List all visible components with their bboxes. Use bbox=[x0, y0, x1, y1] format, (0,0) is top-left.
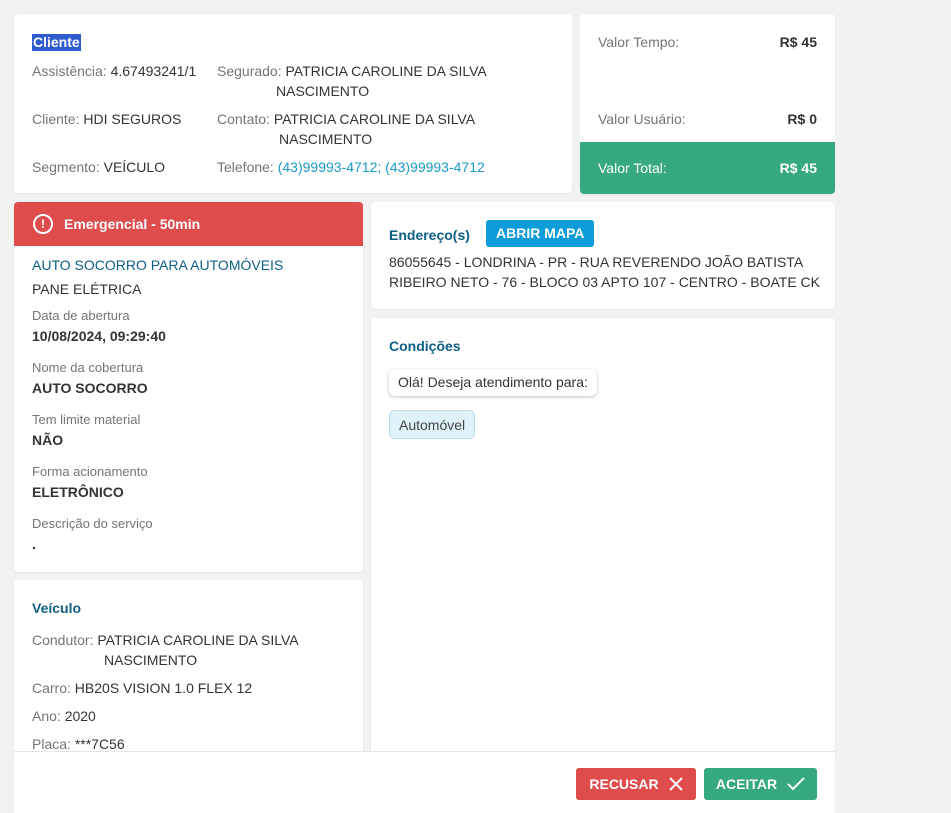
address-card: Endereço(s) ABRIR MAPA 86055645 - LONDRI… bbox=[371, 202, 835, 309]
cliente-value: HDI SEGUROS bbox=[83, 111, 182, 127]
ano-value: 2020 bbox=[64, 708, 96, 724]
segmento-label: Segmento: bbox=[32, 159, 100, 175]
cobertura-label: Nome da cobertura bbox=[32, 360, 144, 375]
segurado-label: Segurado: bbox=[217, 63, 282, 79]
limite-label: Tem limite material bbox=[32, 412, 141, 427]
condutor-value-cont: NASCIMENTO bbox=[104, 652, 198, 668]
address-title: Endereço(s) bbox=[389, 227, 470, 243]
vehicle-title: Veículo bbox=[32, 600, 82, 616]
telefone-link[interactable]: (43)99993-4712; (43)99993-4712 bbox=[278, 159, 485, 175]
carro-value: HB20S VISION 1.0 FLEX 12 bbox=[74, 680, 253, 696]
condutor-row: Condutor: PATRICIA CAROLINE DA SILVA bbox=[32, 630, 299, 650]
values-card: Valor Tempo: R$ 45 Valor Usuário: R$ 0 V… bbox=[580, 14, 835, 194]
emergency-text: Emergencial - 50min bbox=[64, 216, 201, 232]
abertura-value: 10/08/2024, 09:29:40 bbox=[32, 328, 166, 344]
descricao-value: . bbox=[32, 536, 36, 552]
ano-label: Ano: bbox=[32, 708, 61, 724]
abertura-label: Data de abertura bbox=[32, 308, 130, 323]
conditions-title: Condições bbox=[389, 338, 461, 354]
emergency-banner: ! Emergencial - 50min bbox=[14, 202, 363, 246]
contato-row: Contato: PATRICIA CAROLINE DA SILVA bbox=[217, 109, 475, 129]
open-map-button[interactable]: ABRIR MAPA bbox=[486, 220, 595, 247]
accept-button[interactable]: ACEITAR bbox=[704, 768, 817, 800]
refuse-button[interactable]: RECUSAR bbox=[576, 768, 696, 800]
cliente-label: Cliente: bbox=[32, 111, 80, 127]
client-card: Cliente Assistência: 4.67493241/1 Segura… bbox=[14, 14, 572, 193]
address-line-1: 86055645 - LONDRINA - PR - RUA REVERENDO… bbox=[389, 254, 804, 270]
cobertura-value: AUTO SOCORRO bbox=[32, 380, 148, 396]
assistencia-value: 4.67493241/1 bbox=[110, 63, 197, 79]
check-icon bbox=[787, 777, 805, 791]
segurado-value-cont: NASCIMENTO bbox=[276, 83, 370, 99]
ano-row: Ano: 2020 bbox=[32, 706, 96, 726]
close-icon bbox=[668, 777, 683, 791]
condutor-label: Condutor: bbox=[32, 632, 94, 648]
refuse-label: RECUSAR bbox=[589, 776, 659, 792]
condutor-value: PATRICIA CAROLINE DA SILVA bbox=[97, 632, 299, 648]
answer-option[interactable]: Automóvel bbox=[389, 410, 476, 439]
accept-label: ACEITAR bbox=[715, 776, 778, 792]
descricao-label: Descrição do serviço bbox=[32, 516, 153, 531]
vehicle-card: Veículo Condutor: PATRICIA CAROLINE DA S… bbox=[14, 580, 363, 760]
assistencia-label: Assistência: bbox=[32, 63, 107, 79]
acionamento-value: ELETRÔNICO bbox=[32, 484, 124, 500]
placa-label: Placa: bbox=[32, 736, 71, 752]
contato-label: Contato: bbox=[217, 111, 270, 127]
valor-tempo-label: Valor Tempo: bbox=[598, 34, 680, 50]
service-type: AUTO SOCORRO PARA AUTOMÓVEIS bbox=[32, 257, 284, 273]
valor-usuario-value: R$ 0 bbox=[787, 111, 817, 127]
valor-total-label: Valor Total: bbox=[598, 160, 667, 176]
valor-total-bar: Valor Total: R$ 45 bbox=[580, 142, 835, 194]
contato-value-cont: NASCIMENTO bbox=[279, 131, 373, 147]
telefone-row: Telefone: (43)99993-4712; (43)99993-4712 bbox=[217, 157, 485, 177]
alert-icon: ! bbox=[33, 214, 53, 234]
client-title: Cliente bbox=[32, 34, 81, 51]
question-bubble: Olá! Deseja atendimento para: bbox=[389, 369, 597, 396]
valor-total-value: R$ 45 bbox=[779, 160, 817, 176]
action-bar: RECUSAR ACEITAR bbox=[14, 751, 835, 813]
service-card: ! Emergencial - 50min AUTO SOCORRO PARA … bbox=[14, 202, 363, 572]
assistencia-row: Assistência: 4.67493241/1 bbox=[32, 61, 196, 81]
segmento-value: VEÍCULO bbox=[103, 159, 166, 175]
segurado-value: PATRICIA CAROLINE DA SILVA bbox=[285, 63, 487, 79]
segurado-row: Segurado: PATRICIA CAROLINE DA SILVA bbox=[217, 61, 487, 81]
placa-value: ***7C56 bbox=[74, 736, 125, 752]
conditions-card: Condições Olá! Deseja atendimento para: … bbox=[371, 318, 835, 758]
contato-value: PATRICIA CAROLINE DA SILVA bbox=[273, 111, 476, 127]
segmento-row: Segmento: VEÍCULO bbox=[32, 157, 165, 177]
telefone-label: Telefone: bbox=[217, 159, 274, 175]
carro-row: Carro: HB20S VISION 1.0 FLEX 12 bbox=[32, 678, 252, 698]
valor-tempo-value: R$ 45 bbox=[779, 34, 817, 50]
carro-label: Carro: bbox=[32, 680, 71, 696]
service-subtype: PANE ELÉTRICA bbox=[32, 281, 142, 297]
limite-value: NÃO bbox=[32, 432, 64, 448]
address-line-2: RIBEIRO NETO - 76 - BLOCO 03 APTO 107 - … bbox=[389, 274, 820, 290]
acionamento-label: Forma acionamento bbox=[32, 464, 148, 479]
cliente-row: Cliente: HDI SEGUROS bbox=[32, 109, 181, 129]
valor-usuario-label: Valor Usuário: bbox=[598, 111, 686, 127]
